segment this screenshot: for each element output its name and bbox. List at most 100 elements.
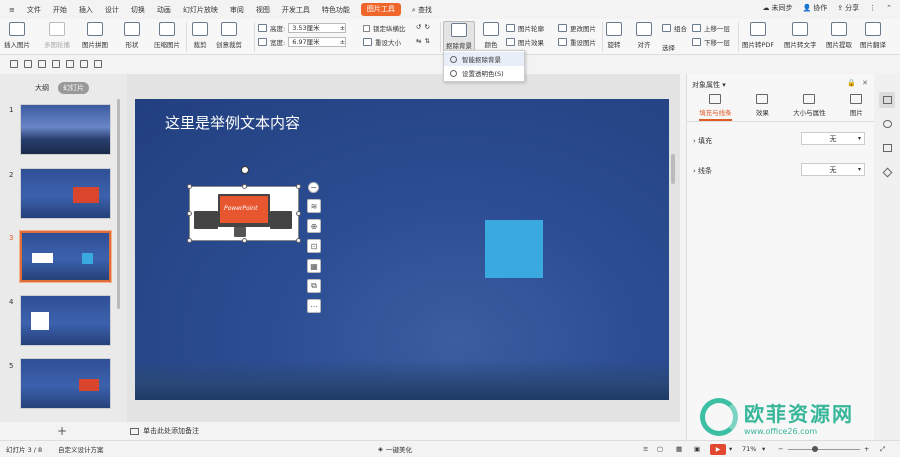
compress-button[interactable]: 压缩图片 xyxy=(154,22,180,49)
resize-handle[interactable] xyxy=(296,211,301,216)
resize-handle[interactable] xyxy=(242,184,247,189)
reset-picture-button[interactable]: 重设图片 xyxy=(558,37,596,47)
undo-icon[interactable] xyxy=(66,60,74,68)
texture-icon[interactable]: ▦ xyxy=(307,259,321,273)
slide-canvas[interactable]: 这里是举例文本内容 xyxy=(135,99,669,400)
zoom-menu-icon[interactable]: ▾ xyxy=(762,445,765,453)
sync-status[interactable]: ☁ 未同步 xyxy=(763,3,793,13)
menu-view[interactable]: 视图 xyxy=(251,5,275,15)
creative-crop-button[interactable]: 创意裁剪 xyxy=(216,22,242,49)
send-backward-button[interactable]: 下移一层 xyxy=(692,37,730,47)
resize-handle[interactable] xyxy=(242,238,247,243)
menu-insert[interactable]: 插入 xyxy=(74,5,98,15)
width-input[interactable]: 6.97厘米 ± xyxy=(288,37,347,47)
tab-outline[interactable]: 大纲 xyxy=(30,82,54,94)
height-input[interactable]: 3.53厘米 ± xyxy=(288,23,347,33)
crop-icon[interactable]: ⊡ xyxy=(307,239,321,253)
line-select[interactable]: 无 ▾ xyxy=(801,163,865,176)
reset-size-button[interactable]: 重设大小 xyxy=(363,37,401,47)
stepper-icon[interactable]: ± xyxy=(340,38,345,46)
extract-button[interactable]: 图片提取 xyxy=(826,22,852,49)
menu-developer[interactable]: 开发工具 xyxy=(277,5,315,15)
menu-features[interactable]: 特色功能 xyxy=(317,5,355,15)
change-picture-button[interactable]: 更改图片 xyxy=(558,23,596,33)
translate-button[interactable]: 图片翻译 xyxy=(860,22,886,49)
slide-panel-scrollbar[interactable] xyxy=(117,99,120,309)
rotate-handle[interactable] xyxy=(241,166,249,174)
notes-toggle-icon[interactable]: ≡ xyxy=(643,445,648,453)
outline-button[interactable]: 图片轮廓 xyxy=(506,23,544,33)
reading-view-icon[interactable]: ▣ xyxy=(694,445,700,453)
collab-button[interactable]: 👤 协作 xyxy=(803,3,828,13)
cube-icon[interactable] xyxy=(879,164,895,180)
tab-effect[interactable]: 效果 xyxy=(756,94,769,121)
flip-button[interactable]: ⇆ ⇅ xyxy=(416,37,430,45)
slide-thumbnail-3[interactable] xyxy=(20,231,111,282)
layers-icon[interactable]: ≋ xyxy=(307,199,321,213)
export-icon[interactable] xyxy=(24,60,32,68)
resize-handle[interactable] xyxy=(187,184,192,189)
hamburger-icon[interactable]: ≡ xyxy=(4,6,20,14)
tab-slides[interactable]: 幻灯片 xyxy=(58,82,89,94)
copy-icon[interactable]: ⧉ xyxy=(307,279,321,293)
insert-picture-button[interactable]: 插入图片 xyxy=(4,22,30,49)
select-button[interactable]: 选择 xyxy=(662,33,675,52)
normal-view-icon[interactable]: ▢ xyxy=(657,445,663,453)
menu-file[interactable]: 文件 xyxy=(22,5,46,15)
notes-bar[interactable]: 单击此处添加备注 xyxy=(127,422,680,440)
zoom-slider[interactable] xyxy=(788,446,860,452)
add-slide-button[interactable]: + xyxy=(57,424,67,438)
effect-button[interactable]: 图片效果 xyxy=(506,37,544,47)
menu-transition[interactable]: 切换 xyxy=(126,5,150,15)
print-icon[interactable] xyxy=(38,60,46,68)
play-menu-icon[interactable]: ▾ xyxy=(729,445,732,453)
rotate-left-button[interactable]: ↺ ↻ xyxy=(416,23,430,31)
canvas-scrollbar[interactable] xyxy=(671,154,675,184)
close-icon[interactable]: ✕ xyxy=(862,79,868,87)
menu-design[interactable]: 设计 xyxy=(100,5,124,15)
shape-button[interactable]: 形状 xyxy=(124,22,140,49)
properties-icon[interactable] xyxy=(879,92,895,108)
preview-icon[interactable] xyxy=(52,60,60,68)
zoom-level[interactable]: 71% xyxy=(742,445,756,453)
slide-rectangle-shape[interactable] xyxy=(485,220,543,278)
smart-remove-bg-item[interactable]: 智能抠除背景 xyxy=(444,52,524,66)
selected-picture[interactable]: PowerPoint xyxy=(187,184,301,243)
resize-handle[interactable] xyxy=(187,211,192,216)
slide-thumbnail-5[interactable] xyxy=(20,358,111,409)
play-icon[interactable]: ▶ xyxy=(710,444,726,455)
fit-window-icon[interactable]: ⤢ xyxy=(880,445,885,454)
redo-icon[interactable] xyxy=(80,60,88,68)
group-button[interactable]: 组合 xyxy=(662,23,687,33)
clipboard-icon[interactable] xyxy=(879,140,895,156)
resize-handle[interactable] xyxy=(296,238,301,243)
color-button[interactable]: 颜色 xyxy=(483,22,499,49)
zoom-thumb[interactable] xyxy=(812,446,819,452)
bring-forward-button[interactable]: 上移一层 xyxy=(692,23,730,33)
line-row[interactable]: › 线条 xyxy=(693,166,712,176)
slide-title[interactable]: 这里是举例文本内容 xyxy=(165,112,300,133)
to-pdf-button[interactable]: 图片转PDF xyxy=(742,22,774,49)
minus-icon[interactable]: − xyxy=(308,182,319,193)
sorter-view-icon[interactable]: ▦ xyxy=(676,445,682,453)
beautify-button[interactable]: ◈ 一键美化 xyxy=(378,444,412,454)
collapse-icon[interactable]: ⌃ xyxy=(886,4,892,12)
rotate-button[interactable]: 旋转 xyxy=(606,22,622,49)
more-icon[interactable]: ⋮ xyxy=(869,4,876,12)
tab-size-properties[interactable]: 大小与属性 xyxy=(793,94,826,121)
menu-slideshow[interactable]: 幻灯片放映 xyxy=(178,5,223,15)
share-button[interactable]: ⇪ 分享 xyxy=(837,3,859,13)
fill-select[interactable]: 无 ▾ xyxy=(801,132,865,145)
slide-thumbnail-2[interactable] xyxy=(20,168,111,219)
lock-icon[interactable]: 🔒 xyxy=(847,79,856,87)
lock-ratio-checkbox[interactable]: 锁定纵横比 xyxy=(363,23,406,33)
slide-thumbnail-4[interactable] xyxy=(20,295,111,346)
tab-picture-tools[interactable]: 图片工具 xyxy=(360,3,401,16)
zoom-out-icon[interactable]: − xyxy=(778,445,783,453)
panel-title[interactable]: 对象属性 ▾ xyxy=(692,80,726,90)
zoom-in-icon[interactable]: + xyxy=(864,445,869,453)
menu-animation[interactable]: 动画 xyxy=(152,5,176,15)
stepper-icon[interactable]: ± xyxy=(340,24,345,32)
align-button[interactable]: 对齐 xyxy=(636,22,652,49)
multi-crop-button[interactable]: 多图轮播 xyxy=(44,22,70,49)
